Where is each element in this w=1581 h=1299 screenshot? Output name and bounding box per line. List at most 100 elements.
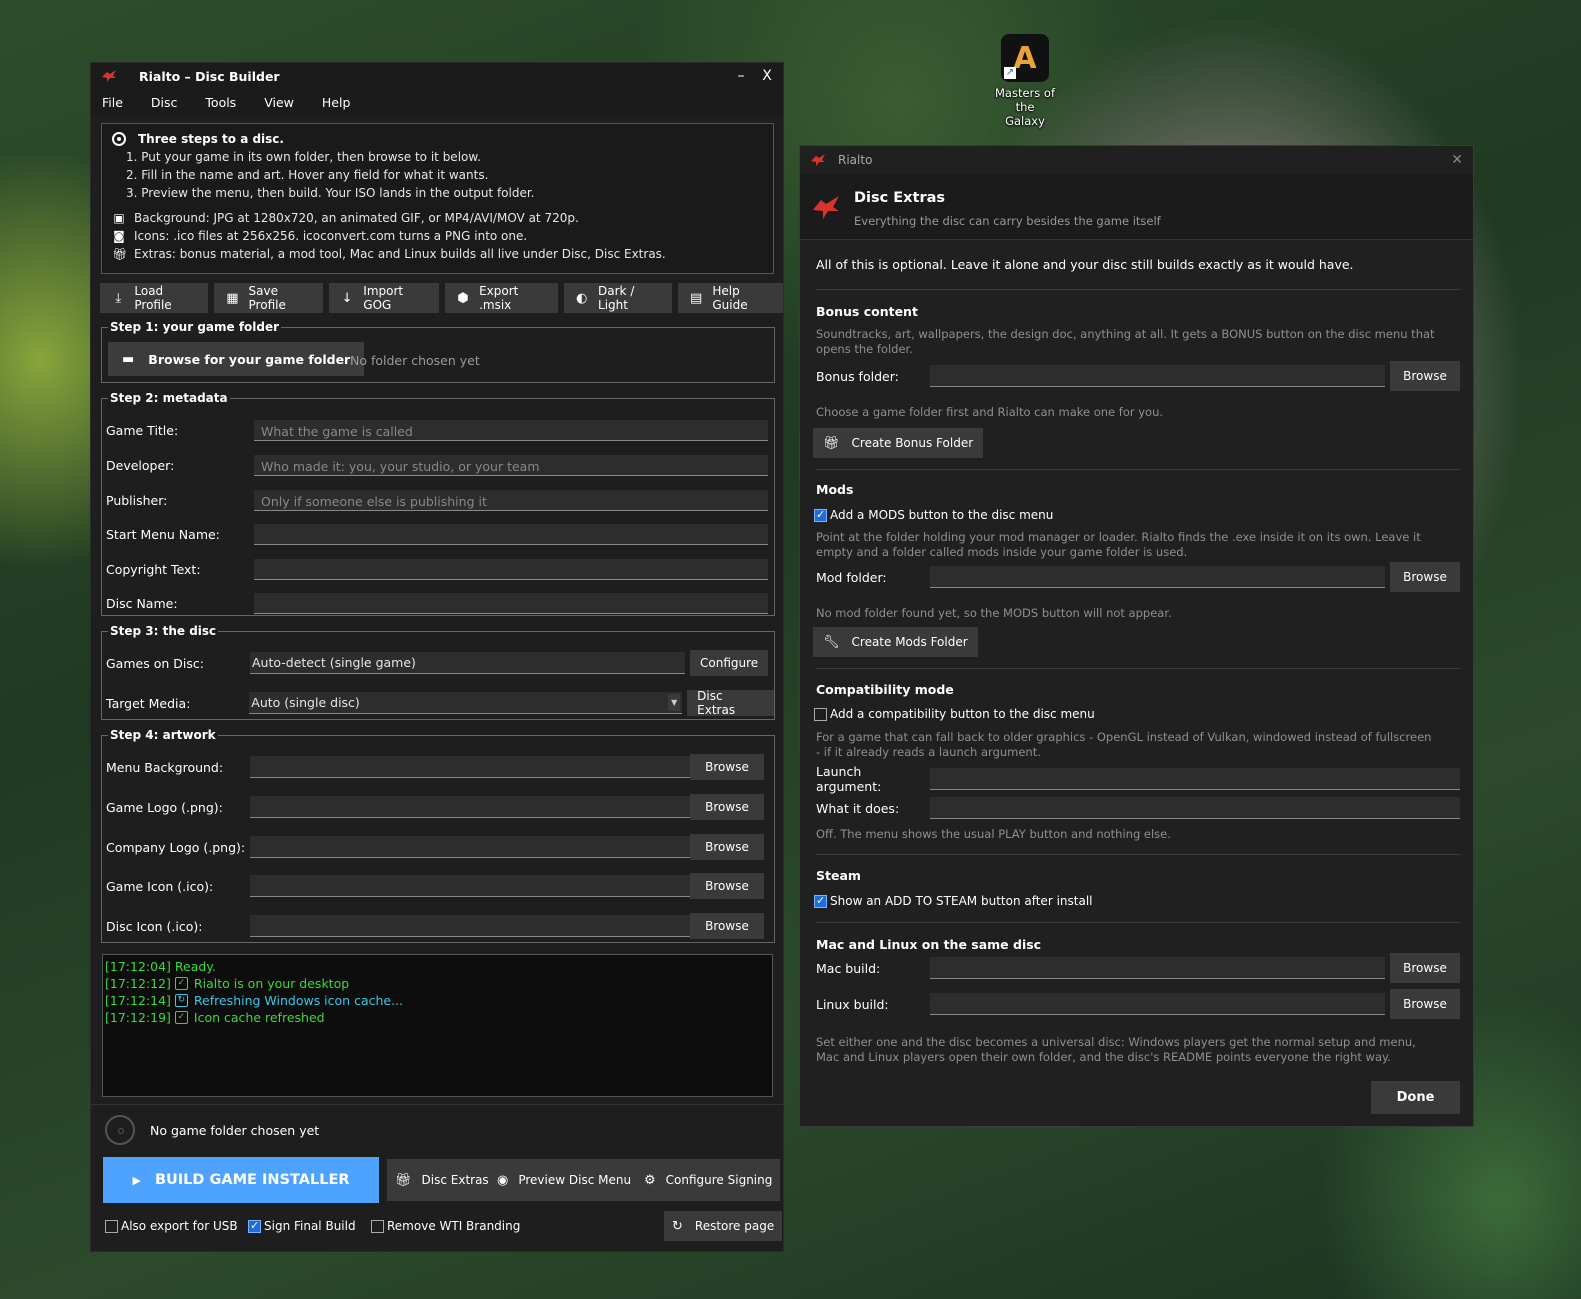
disc-extras-action-label: Disc Extras xyxy=(421,1173,489,1187)
build-game-installer-button[interactable]: ▶ BUILD GAME INSTALLER xyxy=(103,1157,379,1203)
company-logo-browse-button[interactable]: Browse xyxy=(690,834,764,860)
restore-page-button[interactable]: ↻ Restore page xyxy=(664,1211,783,1241)
desktop-shortcut-label: Masters of the Galaxy xyxy=(994,86,1055,128)
disc-icon-browse-button[interactable]: Browse xyxy=(690,913,764,939)
shortcut-arrow-icon: ↗ xyxy=(1004,67,1016,79)
log-console[interactable]: [17:12:04] Ready. [17:12:12] ✓ Rialto is… xyxy=(102,954,773,1097)
games-on-disc-field[interactable]: Auto-detect (single game) xyxy=(250,652,685,674)
publisher-input[interactable]: Only if someone else is publishing it xyxy=(254,489,768,511)
target-media-select[interactable]: Auto (single disc) ▼ xyxy=(249,692,683,714)
compat-heading: Compatibility mode xyxy=(816,682,954,697)
import-gog-label: Import GOG xyxy=(363,284,404,312)
linux-build-label: Linux build: xyxy=(816,996,889,1012)
what-it-does-input[interactable] xyxy=(930,797,1460,819)
mods-checkbox[interactable]: Add a MODS button to the disc menu xyxy=(814,508,1053,522)
menu-file[interactable]: File xyxy=(102,95,123,110)
launch-argument-label: Launch argument: xyxy=(816,764,882,794)
copyright-label: Copyright Text: xyxy=(106,561,201,577)
title-bar[interactable]: Rialto – Disc Builder – X xyxy=(91,63,783,89)
dialog-title-bar[interactable]: Rialto ✕ xyxy=(800,146,1473,174)
checkbox-box[interactable] xyxy=(814,894,827,908)
disc-extras-action-button[interactable]: 🎁︎ Disc Extras xyxy=(387,1159,497,1201)
mod-folder-input[interactable] xyxy=(930,566,1385,588)
export-usb-checkbox[interactable]: Also export for USB xyxy=(105,1219,238,1233)
load-profile-label: Load Profile xyxy=(134,284,172,312)
copyright-input[interactable] xyxy=(254,558,768,580)
mac-build-label: Mac build: xyxy=(816,960,881,976)
copyright-row: Copyright Text: xyxy=(106,558,768,580)
folder-icon: ▬ xyxy=(122,351,135,367)
export-msix-button[interactable]: ⬢ Export .msix xyxy=(444,283,558,313)
checkbox-box[interactable] xyxy=(371,1219,384,1233)
log-timestamp: [17:12:14] xyxy=(105,993,171,1008)
help-guide-button[interactable]: ▤ Help Guide xyxy=(677,283,784,313)
linux-build-row: Linux build: Browse xyxy=(816,989,1460,1019)
games-on-disc-row: Games on Disc: Auto-detect (single game)… xyxy=(106,650,769,676)
menu-tools[interactable]: Tools xyxy=(205,95,236,110)
create-mods-folder-button[interactable]: 🔧︎ Create Mods Folder xyxy=(813,627,978,657)
game-title-input[interactable]: What the game is called xyxy=(254,419,768,441)
disc-name-input[interactable] xyxy=(254,592,768,614)
log-line: [17:12:04] Ready. xyxy=(105,958,770,975)
compat-description: For a game that can fall back to older g… xyxy=(816,730,1432,759)
compat-checkbox[interactable]: Add a compatibility button to the disc m… xyxy=(814,707,1095,721)
checkbox-box[interactable] xyxy=(248,1219,261,1233)
browse-game-folder-button[interactable]: ▬ Browse for your game folder xyxy=(108,342,365,376)
disc-icon-input[interactable] xyxy=(250,915,690,937)
checkbox-box[interactable] xyxy=(814,707,827,721)
menu-disc[interactable]: Disc xyxy=(151,95,177,110)
divider xyxy=(816,668,1461,669)
mac-browse-button[interactable]: Browse xyxy=(1390,953,1460,983)
developer-label: Developer: xyxy=(106,457,175,473)
save-profile-button[interactable]: ▦ Save Profile xyxy=(214,283,323,313)
menu-background-input[interactable] xyxy=(250,756,690,778)
load-profile-button[interactable]: ⤓ Load Profile xyxy=(100,283,209,313)
desktop-shortcut-masters-of-the-galaxy[interactable]: A ↗ Masters of the Galaxy xyxy=(994,34,1056,128)
menu-view[interactable]: View xyxy=(264,95,294,110)
bonus-folder-input[interactable] xyxy=(930,365,1385,387)
menu-background-row: Menu Background: Browse xyxy=(106,754,764,780)
bonus-browse-button[interactable]: Browse xyxy=(1390,361,1460,391)
start-menu-name-row: Start Menu Name: xyxy=(106,523,768,545)
rialto-bird-icon xyxy=(102,70,116,82)
create-bonus-folder-button[interactable]: 🎁︎ Create Bonus Folder xyxy=(813,428,984,458)
game-logo-input[interactable] xyxy=(250,796,690,818)
launch-argument-input[interactable] xyxy=(930,768,1460,790)
done-button[interactable]: Done xyxy=(1371,1081,1460,1114)
dark-light-button[interactable]: ◐ Dark / Light xyxy=(563,283,672,313)
game-icon-browse-button[interactable]: Browse xyxy=(690,873,764,899)
minimize-button[interactable]: – xyxy=(735,68,747,84)
import-gog-button[interactable]: ↓ Import GOG xyxy=(328,283,439,313)
checkbox-box[interactable] xyxy=(814,508,827,522)
start-menu-name-input[interactable] xyxy=(254,523,768,545)
linux-browse-button[interactable]: Browse xyxy=(1390,989,1460,1019)
publisher-row: Publisher: Only if someone else is publi… xyxy=(106,489,768,511)
linux-build-input[interactable] xyxy=(930,993,1385,1015)
configure-button[interactable]: Configure xyxy=(690,650,769,676)
game-logo-browse-button[interactable]: Browse xyxy=(690,794,764,820)
checkbox-box[interactable] xyxy=(105,1219,118,1233)
developer-input[interactable]: Who made it: you, your studio, or your t… xyxy=(254,454,768,476)
intro-text: All of this is optional. Leave it alone … xyxy=(816,257,1354,272)
close-icon[interactable]: ✕ xyxy=(1451,152,1463,168)
log-message: Ready. xyxy=(174,959,216,974)
remove-wti-branding-checkbox[interactable]: Remove WTI Branding xyxy=(371,1219,520,1233)
mac-build-input[interactable] xyxy=(930,957,1385,979)
close-button[interactable]: X xyxy=(761,68,773,84)
disc-extras-button[interactable]: Disc Extras xyxy=(687,689,774,717)
sign-final-build-checkbox[interactable]: Sign Final Build xyxy=(248,1219,356,1233)
game-icon-input[interactable] xyxy=(250,875,690,897)
dark-light-label: Dark / Light xyxy=(598,284,635,312)
preview-disc-menu-button[interactable]: ◉ Preview Disc Menu xyxy=(489,1159,640,1201)
dialog-window-title: Rialto xyxy=(838,153,873,167)
rialto-logo-icon xyxy=(813,196,839,219)
configure-signing-button[interactable]: ⚙ Configure Signing xyxy=(636,1159,781,1201)
gift-icon: 🎁︎ xyxy=(823,435,840,451)
steam-checkbox[interactable]: Show an ADD TO STEAM button after instal… xyxy=(814,894,1092,908)
company-logo-input[interactable] xyxy=(250,836,690,858)
chevron-down-icon[interactable]: ▼ xyxy=(668,694,681,711)
menu-help[interactable]: Help xyxy=(322,95,351,110)
step1-legend: Step 1: your game folder xyxy=(110,320,280,334)
mod-browse-button[interactable]: Browse xyxy=(1390,562,1460,592)
menu-background-browse-button[interactable]: Browse xyxy=(690,754,764,780)
